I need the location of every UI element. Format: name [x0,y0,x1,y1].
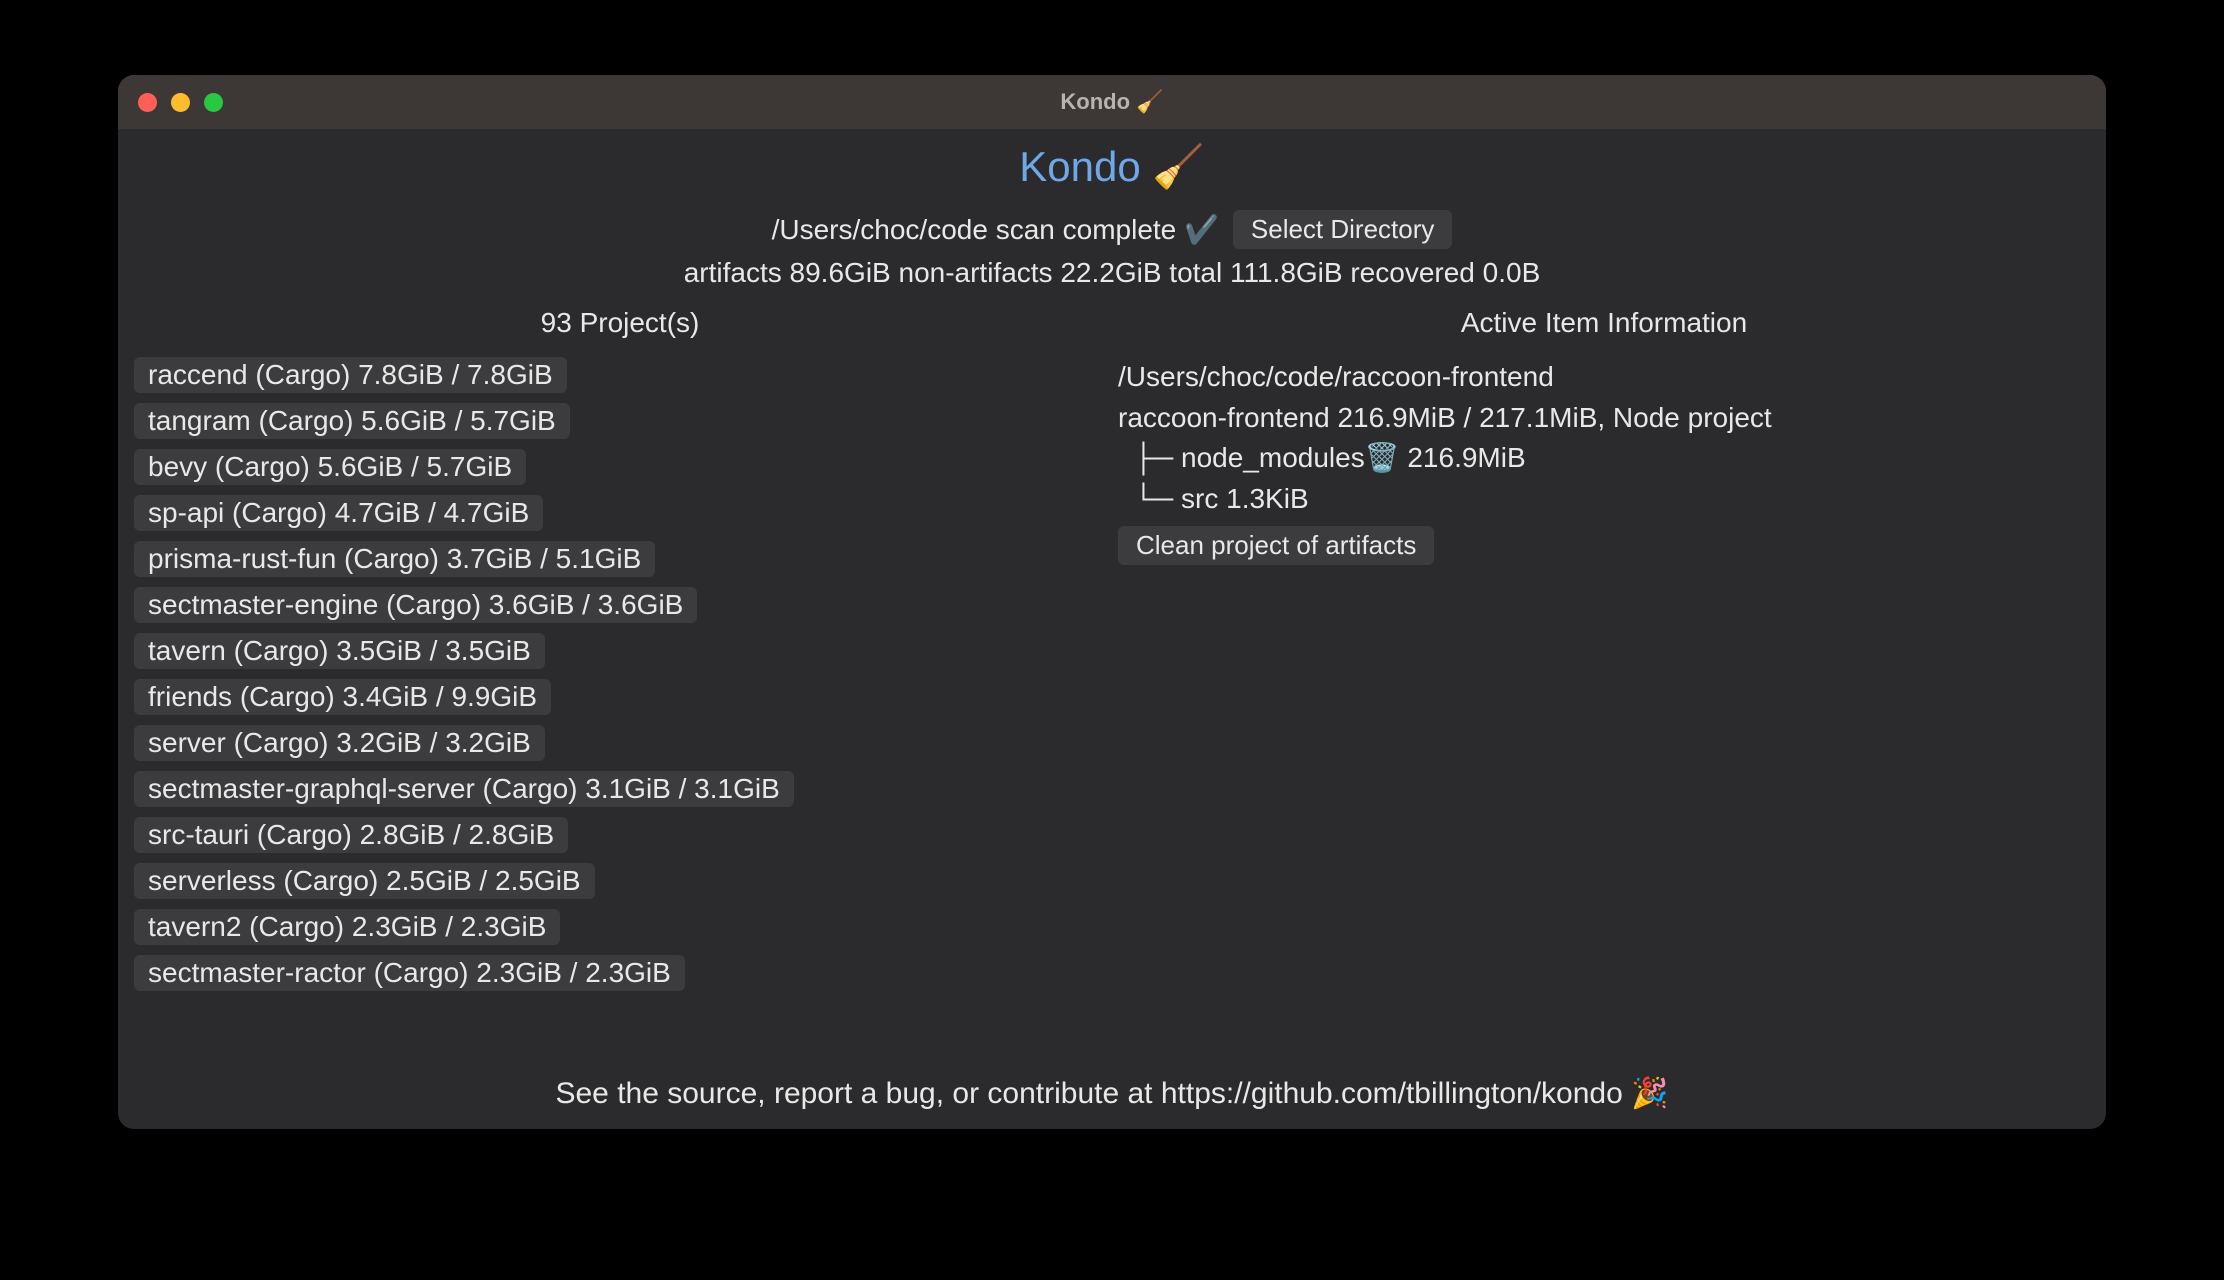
project-item[interactable]: server (Cargo) 3.2GiB / 3.2GiB [134,725,545,761]
project-list[interactable]: raccend (Cargo) 7.8GiB / 7.8GiB tangram … [128,357,1112,1001]
close-icon[interactable] [138,93,157,112]
project-item[interactable]: sp-api (Cargo) 4.7GiB / 4.7GiB [134,495,543,531]
scan-status-text: /Users/choc/code scan complete ✔️ [772,213,1219,246]
active-item-path: /Users/choc/code/raccoon-frontend [1118,357,2096,398]
project-item[interactable]: sectmaster-engine (Cargo) 3.6GiB / 3.6Gi… [134,587,697,623]
tree-line: └─ src 1.3KiB [1118,479,2096,520]
tree-line: ├─ node_modules🗑️ 216.9MiB [1118,438,2096,479]
stats-text: artifacts 89.6GiB non-artifacts 22.2GiB … [128,257,2096,289]
project-item[interactable]: sectmaster-ractor (Cargo) 2.3GiB / 2.3Gi… [134,955,685,991]
fullscreen-icon[interactable] [204,93,223,112]
minimize-icon[interactable] [171,93,190,112]
projects-column: 93 Project(s) raccend (Cargo) 7.8GiB / 7… [128,307,1112,1062]
window-title: Kondo 🧹 [1060,89,1163,115]
footer-text: See the source, report a bug, or contrib… [128,1062,2096,1129]
titlebar: Kondo 🧹 [118,75,2106,129]
project-item[interactable]: bevy (Cargo) 5.6GiB / 5.7GiB [134,449,526,485]
details-header: Active Item Information [1112,307,2096,339]
columns: 93 Project(s) raccend (Cargo) 7.8GiB / 7… [128,307,2096,1062]
project-item[interactable]: friends (Cargo) 3.4GiB / 9.9GiB [134,679,551,715]
select-directory-button[interactable]: Select Directory [1233,210,1453,249]
app-title: Kondo 🧹 [128,143,2096,192]
traffic-lights [138,93,223,112]
project-item[interactable]: tangram (Cargo) 5.6GiB / 5.7GiB [134,403,570,439]
projects-header: 93 Project(s) [128,307,1112,339]
app-window: Kondo 🧹 Kondo 🧹 /Users/choc/code scan co… [118,75,2106,1129]
active-item-summary: raccoon-frontend 216.9MiB / 217.1MiB, No… [1118,398,2096,439]
project-item[interactable]: prisma-rust-fun (Cargo) 3.7GiB / 5.1GiB [134,541,655,577]
project-item[interactable]: src-tauri (Cargo) 2.8GiB / 2.8GiB [134,817,568,853]
scan-status-row: /Users/choc/code scan complete ✔️ Select… [128,210,2096,249]
project-item[interactable]: tavern (Cargo) 3.5GiB / 3.5GiB [134,633,545,669]
app-title-text: Kondo 🧹 [1019,143,1204,190]
clean-project-button[interactable]: Clean project of artifacts [1118,526,1434,565]
active-item-detail: /Users/choc/code/raccoon-frontend raccoo… [1112,357,2096,566]
project-item[interactable]: raccend (Cargo) 7.8GiB / 7.8GiB [134,357,567,393]
content-area: Kondo 🧹 /Users/choc/code scan complete ✔… [118,129,2106,1129]
project-item[interactable]: sectmaster-graphql-server (Cargo) 3.1GiB… [134,771,794,807]
project-item[interactable]: tavern2 (Cargo) 2.3GiB / 2.3GiB [134,909,560,945]
project-item[interactable]: serverless (Cargo) 2.5GiB / 2.5GiB [134,863,595,899]
details-column: Active Item Information /Users/choc/code… [1112,307,2096,1062]
